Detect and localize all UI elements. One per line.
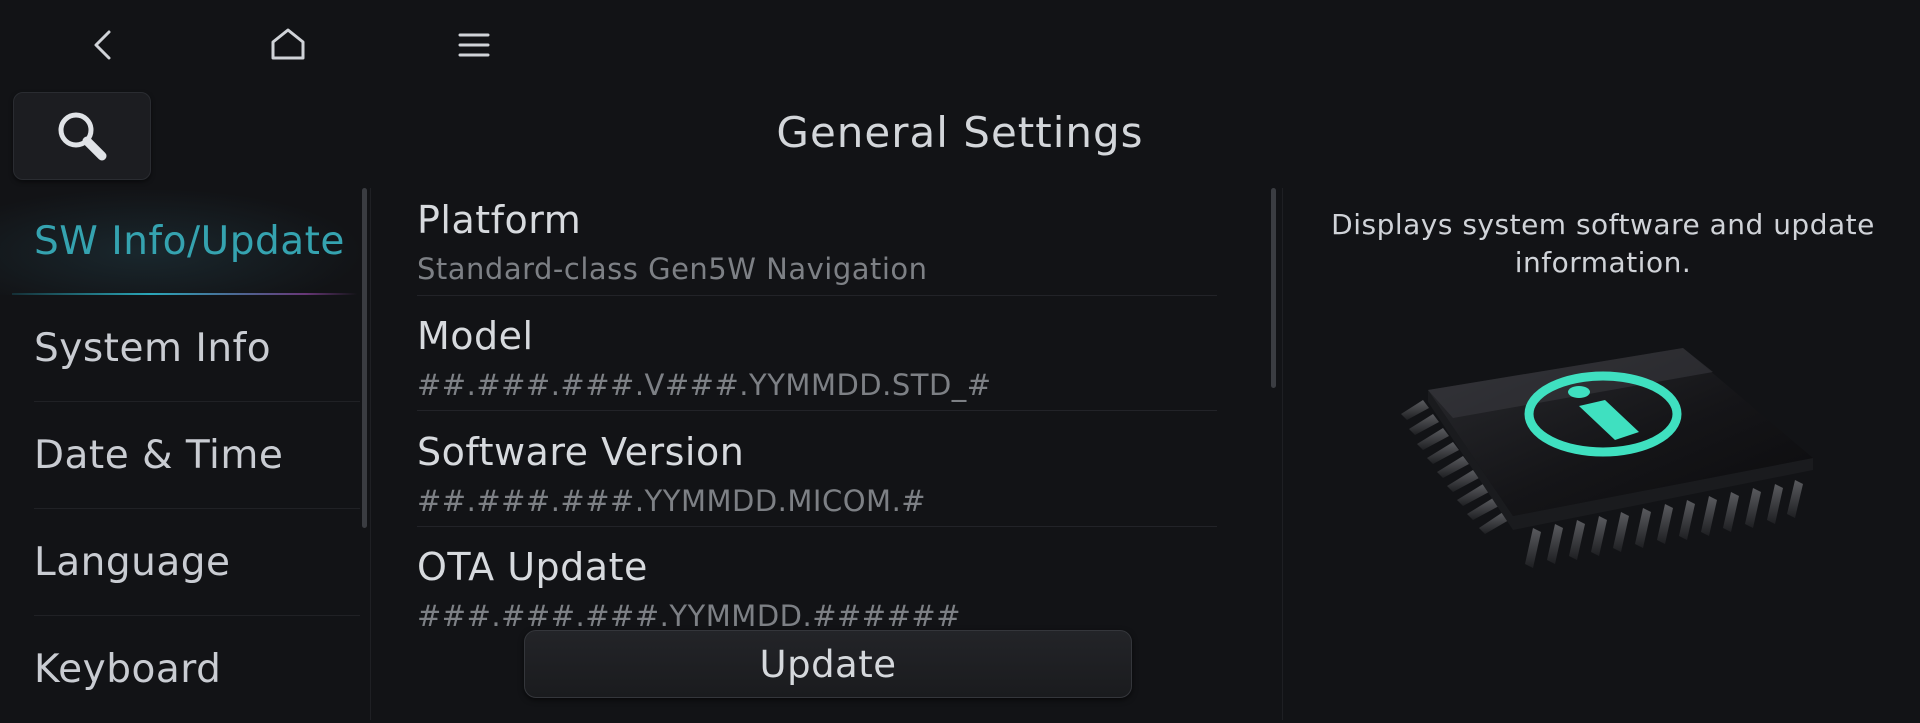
home-icon	[271, 28, 305, 60]
sidebar-item-label: SW Info/Update	[34, 219, 345, 264]
sidebar-item-label: Language	[34, 540, 231, 585]
chevron-left-icon	[94, 30, 111, 60]
sidebar-item-label: Keyboard	[34, 647, 222, 692]
sidebar-item-system-info[interactable]: System Info	[0, 295, 365, 402]
item-value: ##.###.###.YYMMDD.MICOM.#	[417, 484, 927, 518]
item-label: Software Version	[417, 430, 745, 474]
sidebar-item-label: System Info	[34, 326, 272, 371]
sidebar-item-sw-info-update[interactable]: SW Info/Update	[0, 188, 365, 295]
item-value: ###.###.###.YYMMDD.######	[417, 599, 961, 633]
sidebar-item-language[interactable]: Language	[0, 509, 365, 616]
item-value: Standard-class Gen5W Navigation	[417, 252, 928, 286]
list-item-model[interactable]: Model ##.###.###.V###.YYMMDD.STD_#	[417, 310, 1247, 425]
info-description: Displays system software and update info…	[1331, 208, 1875, 279]
item-label: Model	[417, 314, 534, 358]
home-button[interactable]	[252, 15, 324, 75]
divider	[417, 410, 1217, 411]
divider	[417, 526, 1217, 527]
item-value: ##.###.###.V###.YYMMDD.STD_#	[417, 368, 992, 402]
list-item-platform[interactable]: Platform Standard-class Gen5W Navigation	[417, 194, 1247, 309]
sidebar-scrollbar[interactable]	[362, 188, 367, 528]
back-button[interactable]	[67, 15, 139, 75]
info-panel: Displays system software and update info…	[1282, 188, 1920, 720]
top-navigation-bar	[0, 0, 1920, 90]
sidebar-item-date-time[interactable]: Date & Time	[0, 402, 365, 509]
item-label: Platform	[417, 198, 582, 242]
sidebar-item-label: Date & Time	[34, 433, 284, 478]
chip-info-icon	[1401, 348, 1813, 568]
menu-button[interactable]	[438, 15, 510, 75]
hamburger-menu-icon	[458, 33, 490, 57]
item-label: OTA Update	[417, 545, 648, 589]
page-title: General Settings	[776, 108, 1144, 157]
update-button[interactable]: Update	[524, 630, 1132, 698]
divider	[417, 295, 1217, 296]
list-item-software-version[interactable]: Software Version ##.###.###.YYMMDD.MICOM…	[417, 426, 1247, 541]
content-scrollbar[interactable]	[1271, 188, 1276, 388]
sidebar-item-keyboard[interactable]: Keyboard	[0, 616, 365, 723]
sidebar: SW Info/Update System Info Date & Time L…	[0, 188, 371, 720]
